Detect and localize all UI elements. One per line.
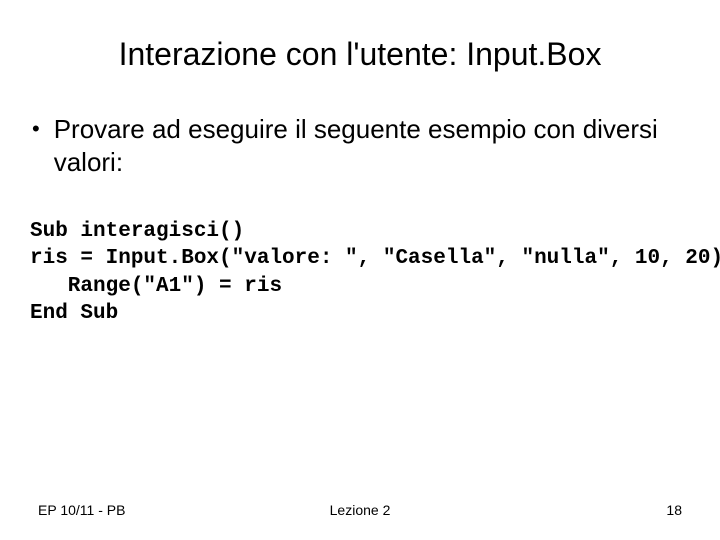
bullet-item: • Provare ad eseguire il seguente esempi…	[30, 113, 690, 178]
footer: EP 10/11 - PB Lezione 2 18	[0, 502, 720, 518]
footer-right: 18	[666, 502, 682, 518]
slide: Interazione con l'utente: Input.Box • Pr…	[0, 0, 720, 540]
code-block: Sub interagisci() ris = Input.Box("valor…	[30, 218, 690, 327]
footer-center: Lezione 2	[330, 502, 391, 518]
bullet-text: Provare ad eseguire il seguente esempio …	[54, 113, 690, 178]
footer-left: EP 10/11 - PB	[38, 502, 125, 518]
slide-title: Interazione con l'utente: Input.Box	[30, 36, 690, 73]
bullet-dot-icon: •	[32, 113, 40, 145]
